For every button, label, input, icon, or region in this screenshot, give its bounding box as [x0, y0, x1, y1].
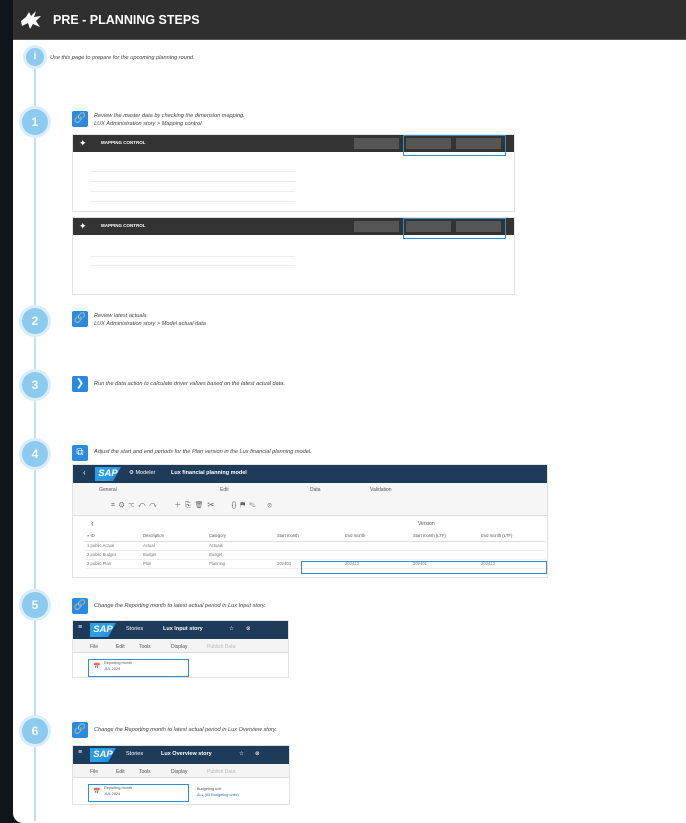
star-icon[interactable]: ☆ [239, 751, 244, 757]
step-6-badge: 6 [22, 718, 48, 744]
budgeting-unit-label[interactable]: Budgeting unit [197, 787, 221, 791]
step-4-text: Adjust the start and end periods for the… [94, 449, 312, 455]
collapse-icon[interactable]: ‹ [91, 519, 94, 528]
link-icon[interactable]: 🔗 [72, 311, 88, 327]
highlight-box [403, 135, 506, 156]
step-2-badge: 2 [22, 308, 48, 334]
modeler-icon[interactable]: ⧉ [72, 445, 88, 461]
sap-logo: SAP [95, 467, 121, 481]
step-2-text: Review latest actuals. LUX Administration… [94, 313, 206, 327]
step-5-text: Change the Reporting month to latest act… [94, 603, 266, 609]
page-frame: PRE - PLANNING STEPS i Use this page to … [13, 0, 686, 823]
model-name: Lux financial planning model [171, 470, 247, 476]
input-story-screenshot: ≡ SAP Stories Lux Input story ☆ ⊗ File E… [72, 620, 289, 678]
star-icon[interactable]: ☆ [229, 626, 234, 632]
budgeting-unit-value[interactable]: ALL (All Budgeting units) [197, 793, 239, 797]
back-icon[interactable]: ‹ [83, 468, 86, 477]
close-icon[interactable]: ⊗ [246, 626, 251, 632]
step-3-badge: 3 [22, 372, 48, 398]
chevron-right-icon[interactable]: ❯ [72, 376, 88, 392]
link-icon[interactable]: 🔗 [72, 722, 88, 738]
stories-label: Stories [126, 751, 144, 757]
mapping-control-screenshot-2: ✦ MAPPING CONTROL [72, 217, 515, 295]
modeler-toolbar: General Edit Data Validation ⌗ ⚙ ⌥ ↶ ↷ ＋… [73, 483, 547, 516]
step-5-badge: 5 [22, 592, 48, 618]
link-icon[interactable]: 🔗 [72, 598, 88, 614]
table-row: 2 public.Budget Budget Budget [85, 550, 545, 560]
close-icon[interactable]: ⊗ [255, 751, 260, 757]
step-3-text: Run the data action to calculate driver … [94, 381, 285, 387]
mapping-control-screenshot-1: ✦ MAPPING CONTROL [72, 134, 515, 212]
link-icon[interactable]: 🔗 [72, 111, 88, 127]
story-name: Lux Input story [163, 626, 203, 632]
modeler-label: ⚙ Modeler [129, 470, 156, 476]
step-6-text: Change the Reporting month to latest act… [94, 727, 277, 733]
table-row: 1 public.Actual Actual Actuals [85, 541, 545, 551]
overview-story-screenshot: ≡ SAP Stories Lux Overview story ☆ ⊗ Fil… [72, 745, 290, 805]
plan-row-highlight [301, 561, 547, 574]
modeler-screenshot: ‹ SAP ⚙ Modeler Lux financial planning m… [72, 464, 548, 578]
info-icon: i [26, 48, 44, 66]
menu-icon[interactable]: ≡ [78, 624, 82, 631]
step-1-text: Review the master data by checking the d… [94, 113, 245, 127]
stories-label: Stories [126, 626, 144, 632]
version-label: Version [418, 521, 435, 527]
menu-icon[interactable]: ≡ [78, 749, 82, 756]
story-name: Lux Overview story [161, 751, 212, 757]
page-header: PRE - PLANNING STEPS [13, 0, 686, 40]
reporting-month-filter[interactable]: 📅 Reporting month JUL 2024 [88, 659, 189, 677]
page-title: PRE - PLANNING STEPS [53, 13, 200, 27]
step-1-badge: 1 [22, 109, 48, 135]
intro-text: Use this page to prepare for the upcomin… [50, 55, 195, 61]
lux-logo-icon [21, 11, 41, 29]
mapping-title: MAPPING CONTROL [101, 140, 146, 145]
step-4-badge: 4 [22, 441, 48, 467]
reporting-month-filter[interactable]: 📅 Reporting month JUL 2024 [88, 784, 189, 802]
